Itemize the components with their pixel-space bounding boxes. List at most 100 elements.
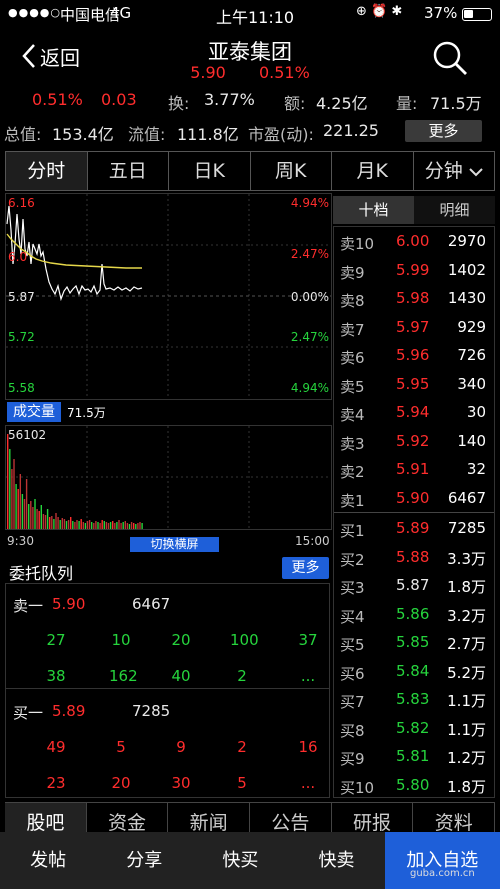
intraday-chart[interactable]: 6.16 6.0 5.87 5.72 5.58 4.94% 2.47% 0.00… — [5, 193, 332, 400]
tab-five-day[interactable]: 五日 — [88, 152, 169, 190]
order-book-row[interactable]: 买3 5.87 1.8万 — [334, 571, 494, 600]
volume-bar — [51, 516, 53, 529]
tab-monthly-k[interactable]: 月K — [332, 152, 414, 190]
volume-bar — [49, 517, 51, 529]
volume-tag[interactable]: 成交量 — [7, 402, 61, 422]
volume-bar — [95, 521, 97, 529]
level-price: 5.99 — [396, 260, 430, 279]
volume-bar — [19, 474, 21, 529]
volume-bar — [116, 522, 118, 529]
queue-order-size: 2 — [237, 738, 247, 756]
level-volume: 6467 — [447, 488, 486, 507]
tab-funds[interactable]: 资金 — [87, 803, 169, 832]
tab-profile[interactable]: 资料 — [413, 803, 496, 832]
order-book-row[interactable]: 卖2 5.91 32 — [334, 455, 494, 484]
order-book-row[interactable]: 卖4 5.94 30 — [334, 398, 494, 427]
order-book-row[interactable]: 卖8 5.98 1430 — [334, 284, 494, 313]
price-label-high: 6.16 — [8, 196, 35, 210]
volume-bar — [46, 509, 49, 529]
order-book-row[interactable]: 买4 5.86 3.2万 — [334, 600, 494, 629]
pct-label-upper: 2.47% — [290, 247, 329, 261]
volume-bar — [135, 524, 137, 529]
level-price: 5.81 — [396, 747, 430, 765]
tab-minute[interactable]: 分钟 — [414, 152, 495, 190]
level-price: 5.87 — [396, 576, 430, 594]
order-book-row[interactable]: 卖1 5.90 6467 — [334, 484, 494, 513]
level-price: 5.95 — [396, 374, 430, 393]
volume-bar — [15, 484, 17, 529]
volume-bar — [139, 522, 141, 529]
volume-bar — [118, 520, 120, 529]
level-label: 买10 — [340, 778, 375, 797]
order-book-row[interactable]: 卖3 5.92 140 — [334, 427, 494, 456]
tab-daily-k[interactable]: 日K — [169, 152, 251, 190]
level-volume: 3.2万 — [447, 606, 486, 625]
order-book-row[interactable]: 买7 5.83 1.1万 — [334, 685, 494, 714]
queue-order-size: 20 — [111, 774, 131, 792]
order-book-row[interactable]: 买8 5.82 1.1万 — [334, 714, 494, 743]
quick-sell-button[interactable]: 快卖 — [288, 832, 384, 889]
status-bar: ●●●●○ 中国电信 4G 上午11:10 ⊕ ⏰ ✱ 37% — [0, 0, 500, 28]
queue-order-size: 162 — [109, 667, 138, 685]
more-info-button[interactable]: 更多 — [405, 120, 482, 142]
order-book-row[interactable]: 买10 5.80 1.8万 — [334, 771, 494, 800]
quick-buy-button[interactable]: 快买 — [192, 832, 288, 889]
order-queue-title: 委托队列 — [9, 564, 74, 583]
volume-bar — [11, 469, 13, 529]
tab-news[interactable]: 新闻 — [168, 803, 251, 832]
volume-bar — [21, 494, 24, 529]
order-book-row[interactable]: 买2 5.88 3.3万 — [334, 543, 494, 572]
order-book-row[interactable]: 卖10 6.00 2970 — [334, 227, 494, 256]
search-button[interactable] — [430, 38, 470, 78]
queue-sell-price: 5.90 — [52, 595, 86, 613]
quote-chg: 0.03 — [101, 90, 137, 109]
watermark: guba.com.cn — [410, 868, 475, 879]
switch-landscape-button[interactable]: 切换横屏 — [130, 537, 219, 552]
level-price: 5.89 — [396, 519, 430, 537]
order-book-row[interactable]: 卖9 5.99 1402 — [334, 256, 494, 285]
order-book-row[interactable]: 卖5 5.95 340 — [334, 370, 494, 399]
post-button[interactable]: 发帖 — [0, 832, 96, 889]
volume-bar — [99, 523, 101, 529]
volume-value: 71.5万 — [430, 94, 482, 113]
total-cap-label: 总值: — [4, 125, 42, 144]
level-volume: 30 — [466, 403, 486, 421]
volume-bar — [70, 517, 72, 529]
volume-bar — [17, 489, 19, 529]
volume-bar — [120, 523, 122, 529]
tab-ten-levels[interactable]: 十档 — [333, 196, 414, 224]
order-book-row[interactable]: 卖7 5.97 929 — [334, 313, 494, 342]
volume-chart: 56102 — [5, 425, 332, 530]
level-price: 6.00 — [396, 232, 430, 250]
intraday-chart-svg — [6, 194, 331, 399]
queue-order-size: 20 — [171, 631, 191, 649]
order-book-row[interactable]: 买5 5.85 2.7万 — [334, 628, 494, 657]
order-book-divider — [334, 512, 494, 513]
tab-forum[interactable]: 股吧 — [5, 803, 87, 832]
tab-research[interactable]: 研报 — [332, 803, 414, 832]
volume-header: 成交量 71.5万 — [7, 402, 106, 422]
order-book-row[interactable]: 买6 5.84 5.2万 — [334, 657, 494, 686]
chart-tabs: 分时 五日 日K 周K 月K 分钟 — [5, 151, 495, 191]
order-book-row[interactable]: 卖6 5.96 726 — [334, 341, 494, 370]
time-start-label: 9:30 — [7, 534, 34, 548]
tab-weekly-k[interactable]: 周K — [251, 152, 332, 190]
pct-label-lower: 2.47% — [290, 330, 329, 344]
order-book-row[interactable]: 买9 5.81 1.2万 — [334, 742, 494, 771]
level-label: 卖9 — [340, 263, 365, 282]
tab-intraday[interactable]: 分时 — [6, 152, 88, 190]
queue-order-size: 9 — [176, 738, 186, 756]
share-button[interactable]: 分享 — [96, 832, 192, 889]
queue-sell-total: 6467 — [132, 595, 171, 613]
volume-bar — [7, 434, 9, 529]
order-book-row[interactable]: 买1 5.89 7285 — [334, 514, 494, 543]
level-volume: 1.1万 — [447, 692, 486, 710]
volume-bar — [59, 520, 61, 529]
order-queue-more-button[interactable]: 更多 — [282, 557, 329, 579]
level-label: 卖5 — [340, 377, 365, 396]
volume-bar — [34, 499, 36, 529]
level-volume: 3.3万 — [447, 549, 486, 568]
tab-announcements[interactable]: 公告 — [250, 803, 332, 832]
add-watchlist-button[interactable]: 加入自选 — [384, 832, 500, 889]
tab-details[interactable]: 明细 — [414, 196, 495, 224]
